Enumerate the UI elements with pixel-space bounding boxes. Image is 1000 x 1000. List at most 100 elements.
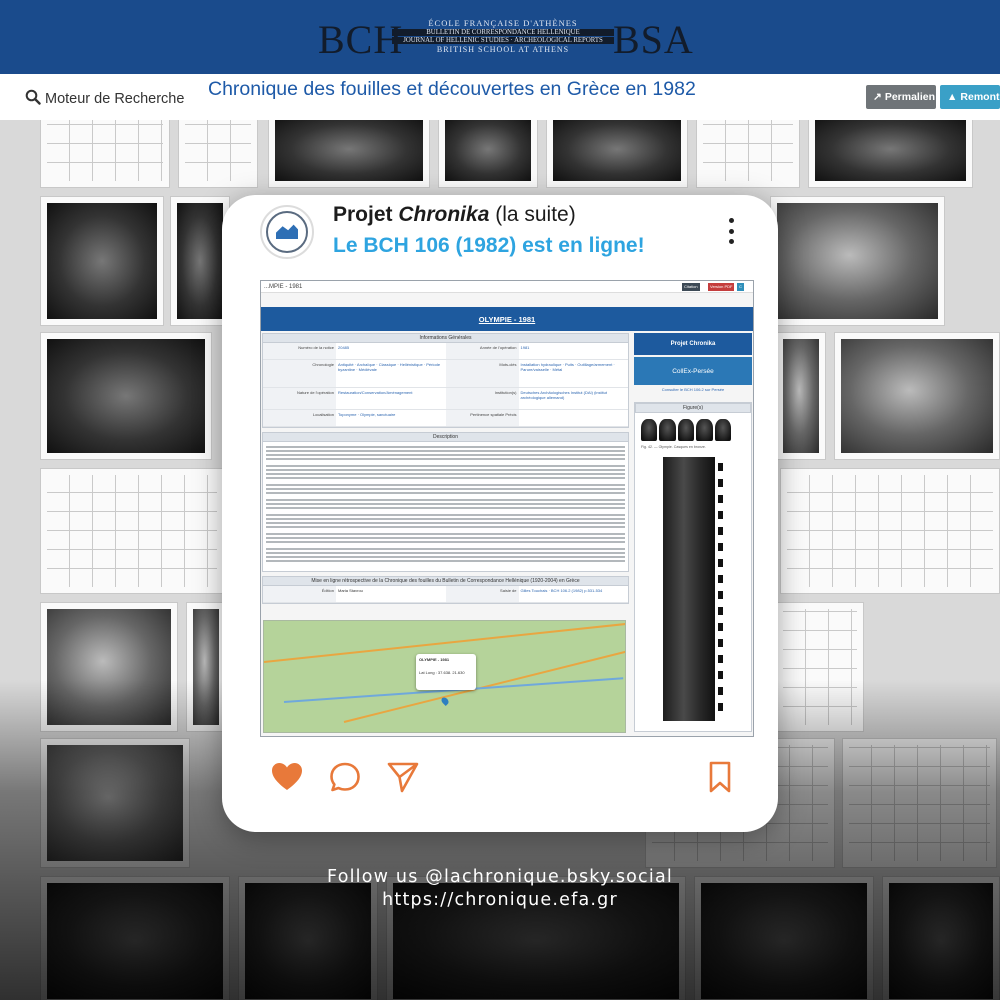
photo-tile	[40, 468, 224, 594]
table-row: Nature de l'opération Restauration/Conse…	[263, 388, 628, 410]
projet-chronika-button: Projet Chronika	[634, 333, 752, 355]
like-heart-icon[interactable]	[270, 760, 304, 794]
site-header: Moteur de Recherche Chronique des fouill…	[0, 74, 1000, 120]
row-key: Chronologie	[263, 360, 336, 387]
row-value: Installation hydraulique · Puits · Outil…	[520, 362, 615, 372]
row-key: Pertinence spatiale Précis	[445, 410, 519, 426]
description-panel-head: Description	[262, 432, 629, 442]
row-key: Saisie de	[445, 586, 519, 602]
external-link-icon: ↗	[873, 91, 882, 103]
page-title: Chronique des fouilles et découvertes en…	[208, 78, 696, 100]
row-value: Antiquité · Archaïque · Classique · Hell…	[338, 362, 441, 372]
photo-tile	[178, 120, 258, 188]
row-value	[519, 410, 629, 426]
photo-tile	[170, 196, 230, 326]
photo-scale-bar	[718, 463, 723, 713]
row-key: Localisation	[263, 410, 336, 426]
screenshot-citation-button: Citation	[682, 283, 700, 291]
row-value: Toponyme · Olympie, sanctuaire	[338, 412, 396, 417]
photo-tile	[834, 332, 1000, 460]
map-popup-coords: Lat Long : 37.638. 21.630	[419, 670, 465, 675]
logo-line-bch: BULLETIN DE CORRESPONDANCE HELLÉNIQUE	[392, 29, 614, 36]
footer-follow-text: Follow us @lachronique.bsky.social	[327, 867, 673, 887]
chronique-page-screenshot: ...MPIE - 1981 Citation Version PDF C OL…	[260, 280, 754, 737]
comment-icon[interactable]	[328, 760, 362, 794]
arrow-up-icon: ▲	[947, 91, 958, 103]
description-text	[262, 442, 629, 572]
photo-tile	[808, 120, 973, 188]
row-key: Institution(s)	[445, 388, 519, 409]
row-value: Gilles Touchais · BCH 106.2 (1982) p.531…	[520, 588, 603, 593]
permalink-button[interactable]: ↗ Permalien	[866, 85, 936, 109]
top-banner: BCH ÉCOLE FRANÇAISE D'ATHÈNES BULLETIN D…	[0, 0, 1000, 74]
post-subtitle: Le BCH 106 (1982) est en ligne!	[333, 234, 645, 257]
photo-tile	[40, 196, 164, 326]
permalink-label: Permalien	[884, 91, 936, 103]
screenshot-pdf-button: Version PDF	[708, 283, 735, 291]
back-to-top-label: Remonter	[960, 91, 1000, 103]
screenshot-topbar: ...MPIE - 1981 Citation Version PDF C	[261, 281, 753, 293]
back-to-top-button[interactable]: ▲ Remonter	[940, 85, 1000, 109]
post-title-suffix: (la suite)	[489, 203, 576, 226]
info-panel-head: Informations Générales	[262, 333, 629, 343]
row-key: Édition	[263, 586, 336, 602]
row-value: 1981	[520, 345, 530, 350]
table-row: Numéro de la notice 20485 Année de l'opé…	[263, 343, 628, 360]
post-title-chronika: Chronika	[398, 203, 490, 226]
more-options-icon[interactable]	[726, 218, 736, 244]
row-key: Année de l'opération	[445, 343, 519, 359]
photo-tile	[546, 120, 688, 188]
edition-table: Édition Maria Stavrou Saisie de Gilles T…	[262, 586, 629, 604]
avatar[interactable]	[260, 205, 314, 259]
post-title: Projet Chronika (la suite)	[333, 203, 576, 227]
logo-bsa: BSA	[613, 17, 694, 62]
photo-tile	[438, 120, 538, 188]
photo-tile	[40, 332, 212, 460]
map-pin-icon	[440, 696, 450, 706]
persee-link: Consulter le BCH 106.2 sur Persée	[661, 387, 725, 392]
table-row: Localisation Toponyme · Olympie, sanctua…	[263, 410, 628, 427]
post-title-prefix: Projet	[333, 203, 399, 226]
table-row: Chronologie Antiquité · Archaïque · Clas…	[263, 360, 628, 388]
photo-tile	[40, 120, 170, 188]
row-value: Deutsches Archäologisches Institut (DAI)…	[520, 390, 607, 400]
persee-banner: CollEx-Persée	[634, 357, 752, 385]
search-engine-link[interactable]: Moteur de Recherche	[25, 89, 184, 109]
photo-tile	[696, 120, 800, 188]
info-table: Numéro de la notice 20485 Année de l'opé…	[262, 343, 629, 428]
logo-line-jhs: JOURNAL OF HELLENIC STUDIES · ARCHEOLOGI…	[392, 37, 614, 44]
social-post-card: Projet Chronika (la suite) Le BCH 106 (1…	[222, 195, 778, 832]
row-value: Restauration/Conservation/Aménagement	[338, 390, 413, 395]
figure-caption: Fig. 42. — Olympie. Casques en bronze.	[641, 445, 706, 449]
figures-panel-head: Figure(s)	[635, 403, 751, 413]
location-map: OLYMPIE - 1981 Lat Long : 37.638. 21.630	[263, 620, 626, 733]
screenshot-sidebar: Projet Chronika CollEx-Persée Consulter …	[634, 333, 752, 732]
search-engine-label: Moteur de Recherche	[45, 91, 185, 107]
row-key: Numéro de la notice	[263, 343, 336, 359]
logo-line-efa: ÉCOLE FRANÇAISE D'ATHÈNES	[428, 18, 578, 28]
screenshot-extra-button: C	[737, 283, 744, 291]
footer-url[interactable]: https://chronique.efa.gr	[0, 890, 1000, 910]
photo-tile	[770, 196, 945, 326]
row-key: Nature de l'opération	[263, 388, 336, 409]
share-send-icon[interactable]	[386, 760, 420, 794]
figures-panel: Figure(s) Fig. 42. — Olympie. Casques en…	[634, 402, 752, 732]
logo-line-bsa: BRITISH SCHOOL AT ATHENS	[436, 45, 570, 54]
photo-tile	[776, 332, 826, 460]
relief-photo	[663, 457, 715, 721]
screenshot-page-title: OLYMPIE - 1981	[261, 307, 753, 331]
search-icon	[25, 89, 41, 109]
bookmark-icon[interactable]	[706, 760, 734, 794]
map-popup: OLYMPIE - 1981 Lat Long : 37.638. 21.630	[416, 654, 476, 690]
screenshot-main-column: Informations Générales Numéro de la noti…	[262, 333, 629, 604]
row-value: Maria Stavrou	[338, 588, 363, 593]
screenshot-breadcrumb: ...MPIE - 1981	[264, 284, 303, 290]
table-row: Édition Maria Stavrou Saisie de Gilles T…	[263, 586, 628, 603]
photo-tile	[268, 120, 430, 188]
row-value: 20485	[338, 345, 350, 350]
edition-panel-head: Mise en ligne rétrospective de la Chroni…	[262, 576, 629, 586]
photo-tile	[780, 468, 1000, 594]
bronze-helmets-photo	[641, 419, 732, 441]
logo-institutions: ÉCOLE FRANÇAISE D'ATHÈNES BULLETIN DE CO…	[392, 18, 614, 62]
row-key: Mots-clés	[445, 360, 519, 387]
